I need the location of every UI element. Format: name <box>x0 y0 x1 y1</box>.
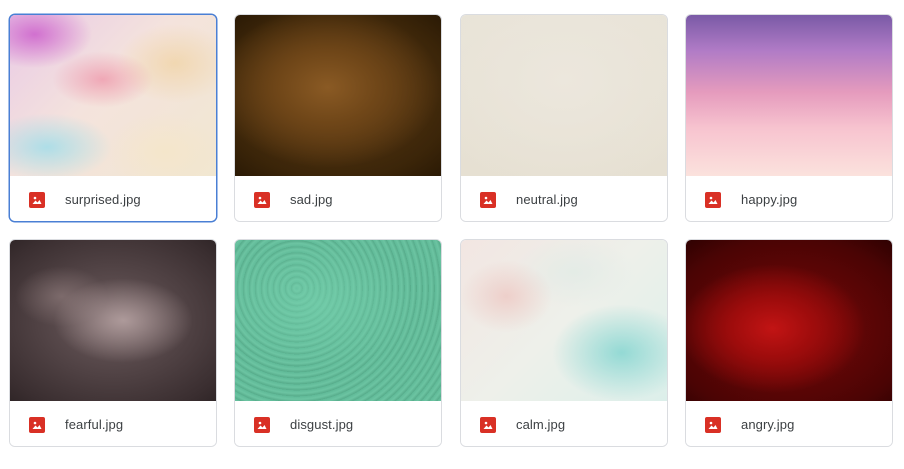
file-name: neutral.jpg <box>516 192 578 207</box>
thumbnail-sad[interactable] <box>235 15 441 176</box>
file-name: sad.jpg <box>290 192 333 207</box>
file-card-footer[interactable]: sad.jpg <box>235 176 441 221</box>
thumbnail-angry[interactable] <box>686 240 892 401</box>
file-grid: surprised.jpg sad.jpg neutral.jpg happy.… <box>0 0 904 469</box>
file-name: angry.jpg <box>741 417 795 432</box>
thumbnail-calm[interactable] <box>461 240 667 401</box>
file-card-footer[interactable]: calm.jpg <box>461 401 667 446</box>
image-file-icon <box>480 416 496 433</box>
file-name: happy.jpg <box>741 192 798 207</box>
thumbnail-happy[interactable] <box>686 15 892 176</box>
file-card-sad[interactable]: sad.jpg <box>234 14 442 222</box>
file-card-disgust[interactable]: disgust.jpg <box>234 239 442 447</box>
file-card-surprised[interactable]: surprised.jpg <box>9 14 217 222</box>
thumbnail-neutral[interactable] <box>461 15 667 176</box>
file-card-angry[interactable]: angry.jpg <box>685 239 893 447</box>
file-name: disgust.jpg <box>290 417 354 432</box>
image-file-icon <box>705 191 721 208</box>
image-file-icon <box>29 191 45 208</box>
file-card-fearful[interactable]: fearful.jpg <box>9 239 217 447</box>
file-card-happy[interactable]: happy.jpg <box>685 14 893 222</box>
image-file-icon <box>480 191 496 208</box>
thumbnail-fearful[interactable] <box>10 240 216 401</box>
image-file-icon <box>705 416 721 433</box>
image-file-icon <box>254 416 270 433</box>
thumbnail-surprised[interactable] <box>10 15 216 176</box>
file-name: fearful.jpg <box>65 417 124 432</box>
file-card-footer[interactable]: disgust.jpg <box>235 401 441 446</box>
thumbnail-disgust[interactable] <box>235 240 441 401</box>
image-file-icon <box>29 416 45 433</box>
file-card-footer[interactable]: happy.jpg <box>686 176 892 221</box>
file-card-footer[interactable]: neutral.jpg <box>461 176 667 221</box>
file-name: calm.jpg <box>516 417 566 432</box>
file-card-neutral[interactable]: neutral.jpg <box>460 14 668 222</box>
file-name: surprised.jpg <box>65 192 141 207</box>
file-card-footer[interactable]: fearful.jpg <box>10 401 216 446</box>
file-card-footer[interactable]: angry.jpg <box>686 401 892 446</box>
image-file-icon <box>254 191 270 208</box>
file-card-footer[interactable]: surprised.jpg <box>10 176 216 221</box>
file-card-calm[interactable]: calm.jpg <box>460 239 668 447</box>
